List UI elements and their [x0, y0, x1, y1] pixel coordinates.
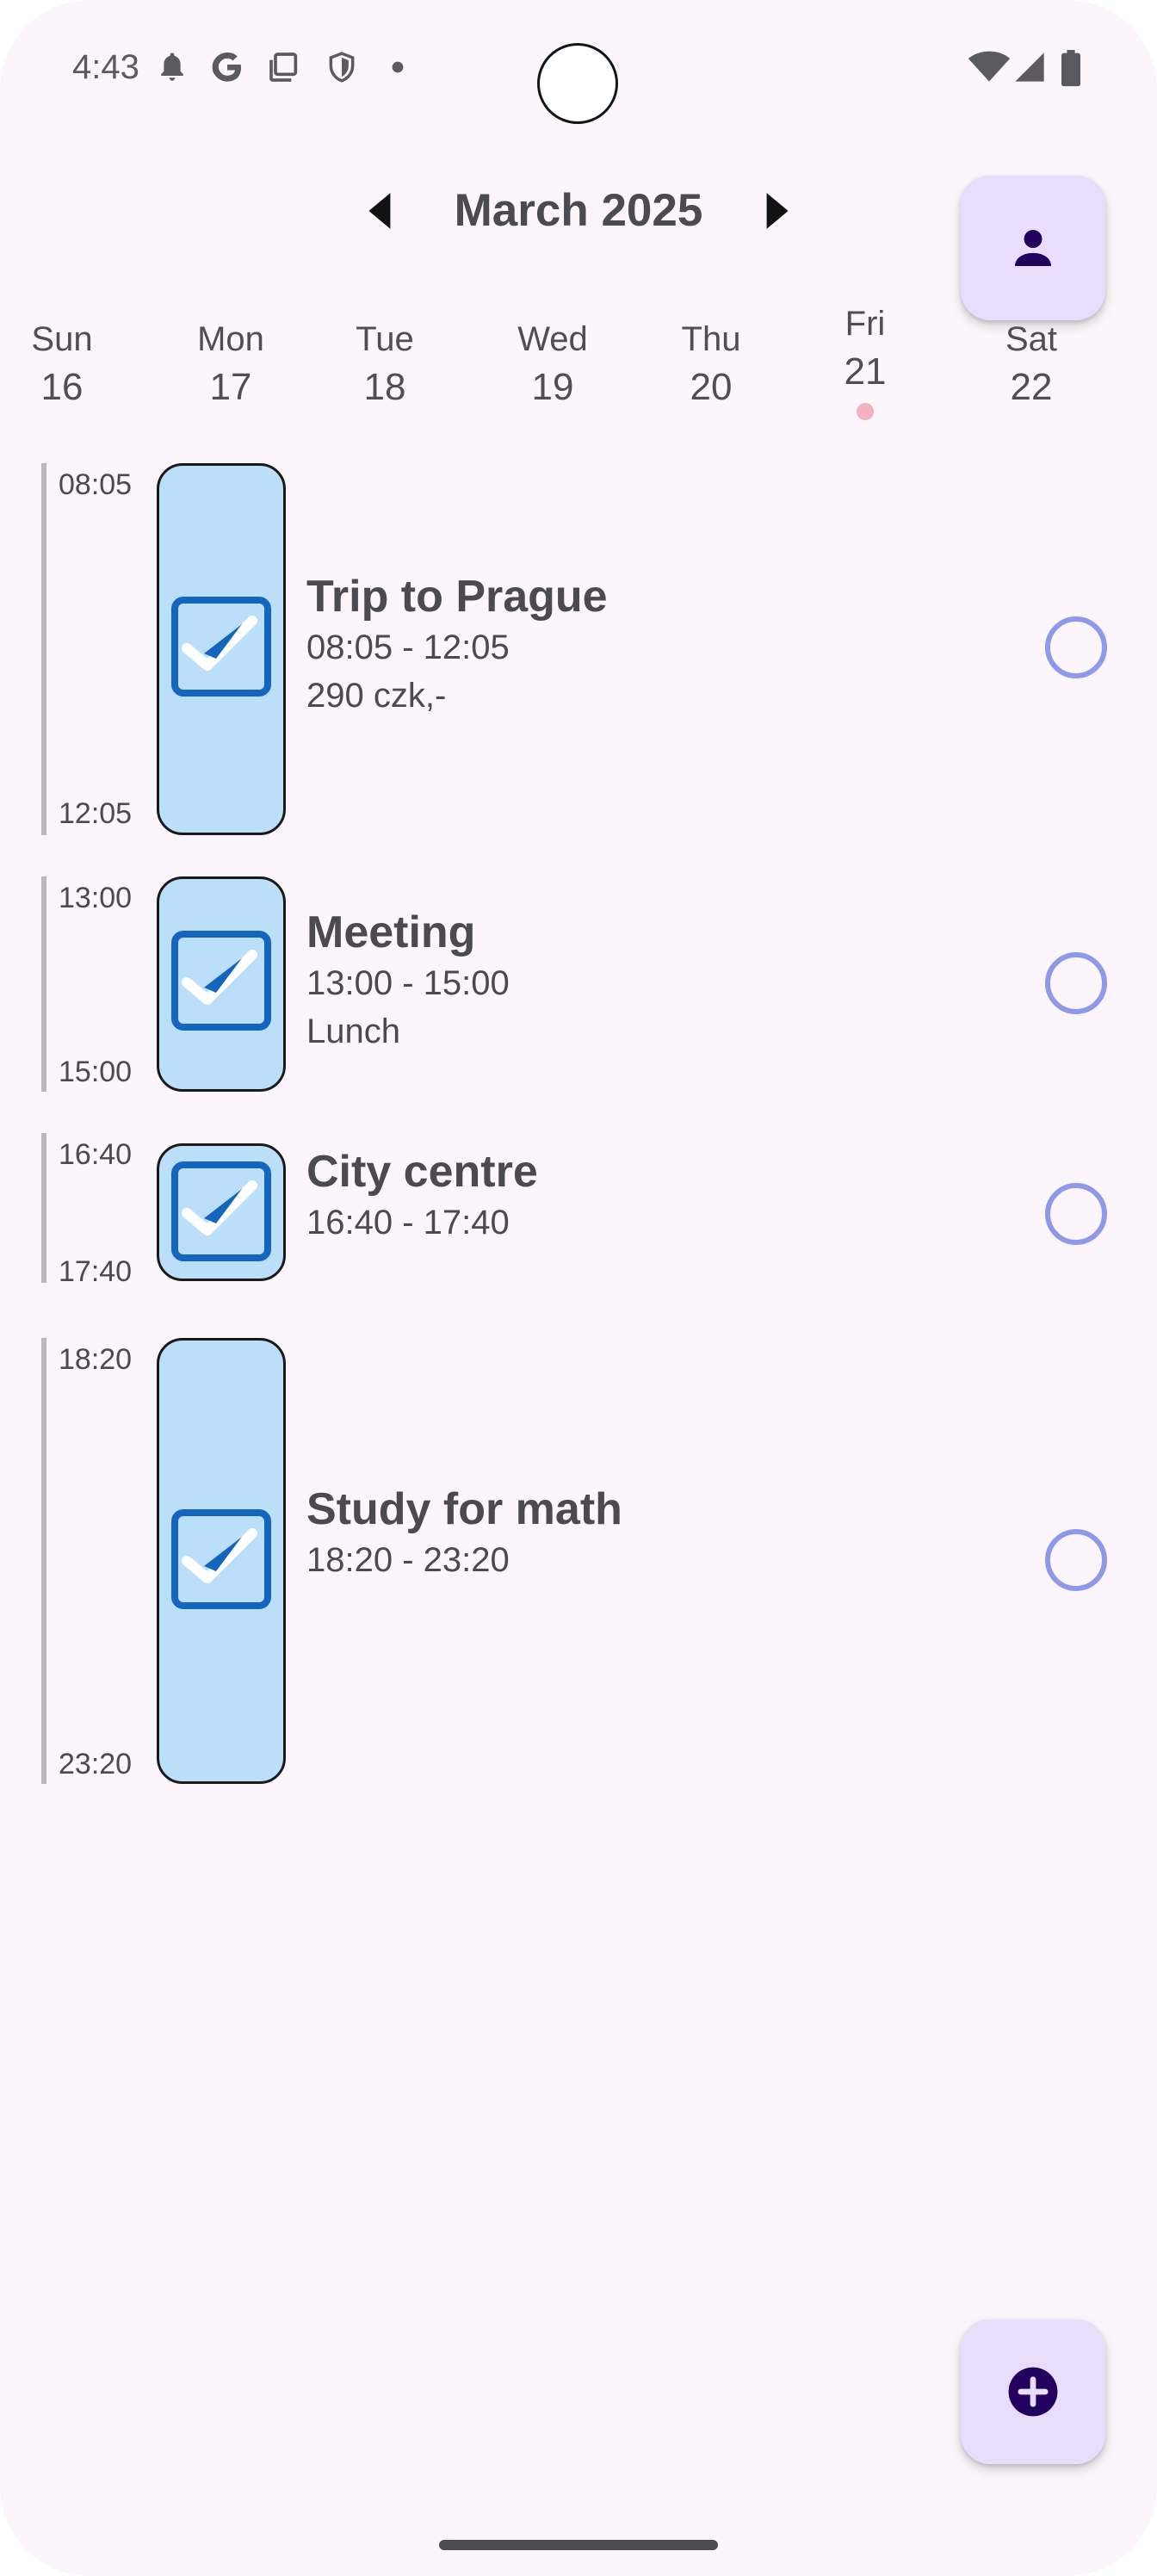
day-name: Thu: [681, 320, 741, 358]
time-rail: [41, 876, 46, 1092]
event-complete-radio[interactable]: [1045, 1529, 1107, 1591]
profile-button[interactable]: [961, 176, 1105, 320]
add-circle-icon: [1008, 2367, 1058, 2417]
day-number: 16: [40, 366, 84, 408]
signal-icon: [1015, 53, 1044, 82]
screenshot-icon: [269, 53, 298, 82]
time-rail: [41, 1133, 46, 1283]
event-duration-block[interactable]: [157, 1338, 286, 1784]
event-title: City centre: [306, 1147, 538, 1197]
event-end-time: 12:05: [59, 797, 133, 830]
event-time-range: 08:05 - 12:05: [306, 629, 510, 666]
check-icon: [182, 616, 257, 671]
event-time-range: 13:00 - 15:00: [306, 964, 510, 1002]
event-row[interactable]: 16:40 17:40 City centre 16:40 - 17:40: [0, 1133, 1157, 1288]
app-screen: 4:43 March 2025 Sun 16 Mon 17 Tue 18 Wed…: [0, 0, 1157, 2576]
event-duration-block[interactable]: [157, 876, 286, 1092]
day-name: Sun: [31, 320, 93, 358]
check-icon: [182, 1528, 257, 1583]
day-number: 21: [844, 350, 887, 393]
event-time-range: 18:20 - 23:20: [306, 1541, 510, 1579]
google-icon: [212, 53, 241, 82]
day-name: Tue: [356, 320, 414, 358]
day-name: Sat: [1005, 320, 1058, 358]
day-name: Mon: [197, 320, 264, 358]
event-row[interactable]: 18:20 23:20 Study for math 18:20 - 23:20: [0, 1338, 1157, 1784]
event-row[interactable]: 08:05 12:05 Trip to Prague 08:05 - 12:05…: [0, 463, 1157, 835]
day-mon[interactable]: Mon 17: [162, 319, 300, 412]
day-sun[interactable]: Sun 16: [0, 319, 131, 412]
event-duration-block[interactable]: [157, 1143, 286, 1281]
today-indicator-dot: [857, 403, 874, 420]
person-icon: [1015, 230, 1051, 266]
event-complete-radio[interactable]: [1045, 1183, 1107, 1245]
event-note: 290 czk,-: [306, 677, 447, 715]
shield-icon: [329, 52, 355, 83]
check-icon: [182, 1180, 257, 1235]
time-rail: [41, 1338, 46, 1784]
event-start-time: 16:40: [59, 1138, 133, 1171]
day-sat[interactable]: Sat 22: [962, 319, 1100, 412]
time-rail: [41, 463, 46, 835]
event-complete-radio[interactable]: [1045, 952, 1107, 1014]
event-end-time: 23:20: [59, 1748, 133, 1780]
day-name: Fri: [845, 305, 886, 343]
event-title: Trip to Prague: [306, 572, 608, 622]
wifi-icon: [968, 51, 1011, 82]
day-number: 18: [363, 366, 406, 408]
event-checkbox[interactable]: [171, 1509, 271, 1609]
chevron-left-icon[interactable]: [360, 189, 403, 232]
camera-cutout: [537, 43, 618, 124]
day-name: Wed: [517, 320, 588, 358]
event-note: Lunch: [306, 1012, 400, 1050]
event-checkbox[interactable]: [171, 931, 271, 1031]
day-number: 20: [690, 366, 733, 408]
event-details: Meeting 13:00 - 15:00 Lunch: [306, 906, 510, 1056]
bell-icon: [161, 53, 183, 81]
battery-icon: [1061, 50, 1080, 87]
event-end-time: 17:40: [59, 1255, 133, 1288]
event-checkbox[interactable]: [171, 597, 271, 697]
event-complete-radio[interactable]: [1045, 616, 1107, 678]
event-start-time: 13:00: [59, 882, 133, 914]
event-checkbox[interactable]: [171, 1161, 271, 1261]
event-end-time: 15:00: [59, 1056, 133, 1088]
chevron-right-icon[interactable]: [754, 189, 797, 232]
week-strip: Sun 16 Mon 17 Tue 18 Wed 19 Thu 20 Fri 2…: [0, 305, 1157, 448]
event-row[interactable]: 13:00 15:00 Meeting 13:00 - 15:00 Lunch: [0, 876, 1157, 1092]
home-indicator[interactable]: [439, 2540, 718, 2550]
event-details: Trip to Prague 08:05 - 12:05 290 czk,-: [306, 570, 608, 720]
event-title: Study for math: [306, 1484, 622, 1534]
status-time: 4:43: [72, 48, 139, 86]
event-duration-block[interactable]: [157, 463, 286, 835]
event-details: City centre 16:40 - 17:40: [306, 1145, 538, 1247]
day-number: 22: [1010, 366, 1053, 408]
day-fri-selected[interactable]: Fri 21: [796, 303, 934, 420]
event-details: Study for math 18:20 - 23:20: [306, 1483, 622, 1584]
day-thu[interactable]: Thu 20: [642, 319, 780, 412]
day-tue[interactable]: Tue 18: [316, 319, 454, 412]
day-number: 19: [531, 366, 574, 408]
event-title: Meeting: [306, 907, 476, 957]
add-event-button[interactable]: [961, 2319, 1105, 2464]
check-icon: [182, 950, 257, 1005]
day-wed[interactable]: Wed 19: [484, 319, 622, 412]
month-title: March 2025: [454, 185, 703, 236]
dot-icon: [392, 61, 404, 73]
event-start-time: 08:05: [59, 468, 133, 501]
event-start-time: 18:20: [59, 1343, 133, 1376]
day-number: 17: [209, 366, 252, 408]
event-time-range: 16:40 - 17:40: [306, 1204, 510, 1242]
